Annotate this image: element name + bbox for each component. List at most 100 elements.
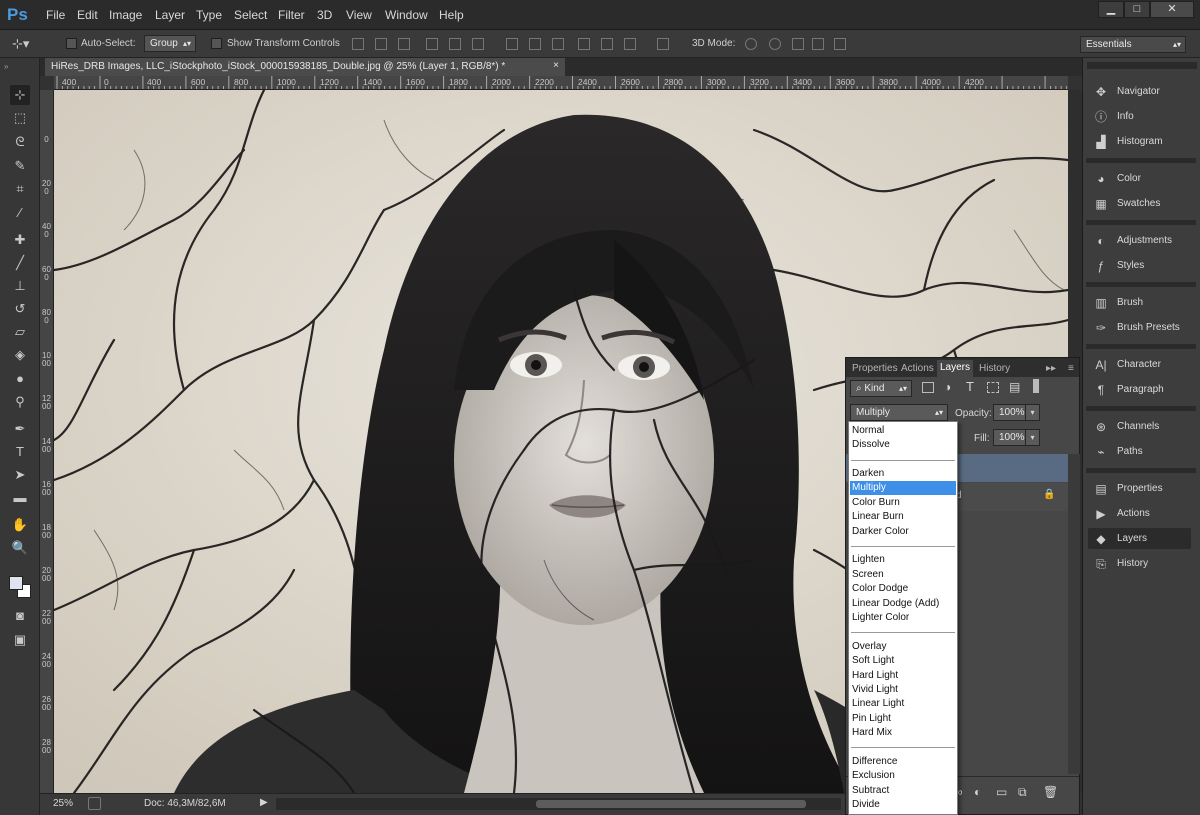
blend-vivid-light[interactable]: Vivid Light bbox=[850, 683, 956, 697]
document-tab[interactable]: HiRes_DRB Images, LLC_iStockphoto_iStock… bbox=[45, 58, 565, 76]
new-layer-icon[interactable]: ⧉ bbox=[1018, 785, 1027, 800]
dock-history[interactable]: ⎘ History bbox=[1088, 553, 1191, 574]
filter-kind-dropdown[interactable]: ⌕ Kind ▴▾ bbox=[850, 380, 912, 397]
pen-tool[interactable]: ✒ bbox=[10, 419, 30, 439]
tab-layers[interactable]: Layers bbox=[937, 360, 974, 377]
marquee-tool[interactable]: ⬚ bbox=[10, 108, 30, 128]
distribute-left-icon[interactable] bbox=[578, 38, 590, 50]
align-vcenter-icon[interactable] bbox=[375, 38, 387, 50]
3d-slide-icon[interactable] bbox=[812, 38, 824, 50]
distribute-right-icon[interactable] bbox=[624, 38, 636, 50]
blend-linear-burn[interactable]: Linear Burn bbox=[850, 510, 956, 524]
filter-pixel-icon[interactable] bbox=[922, 382, 934, 393]
healing-brush-tool[interactable]: ✚ bbox=[10, 230, 30, 250]
dock-channels[interactable]: ⊛ Channels bbox=[1088, 416, 1191, 437]
dock-navigator[interactable]: ✥ Navigator bbox=[1088, 81, 1191, 102]
screen-mode-tool[interactable]: ▣ bbox=[10, 630, 30, 650]
crop-tool[interactable]: ⌗ bbox=[10, 179, 30, 199]
clone-stamp-tool[interactable]: ⊥ bbox=[10, 276, 30, 296]
close-window-button[interactable]: ✕ bbox=[1150, 1, 1194, 18]
filter-type-icon[interactable]: T bbox=[966, 379, 974, 394]
workspace-dropdown[interactable]: Essentials ▴▾ bbox=[1080, 36, 1186, 53]
3d-scale-icon[interactable] bbox=[834, 38, 846, 50]
dock-histogram[interactable]: ▟ Histogram bbox=[1088, 131, 1191, 152]
menu-window[interactable]: Window bbox=[385, 8, 428, 22]
status-info-icon[interactable] bbox=[88, 797, 101, 810]
quick-selection-tool[interactable]: ✎ bbox=[10, 156, 30, 176]
auto-select-dropdown[interactable]: Group ▴▾ bbox=[144, 35, 196, 52]
filter-toggle-icon[interactable] bbox=[1033, 379, 1039, 393]
align-right-icon[interactable] bbox=[472, 38, 484, 50]
move-tool[interactable]: ⊹ bbox=[10, 85, 30, 105]
eraser-tool[interactable]: ▱ bbox=[10, 322, 30, 342]
history-brush-tool[interactable]: ↺ bbox=[10, 299, 30, 319]
filter-adjustment-icon[interactable]: ◑ bbox=[944, 380, 951, 394]
minimize-button[interactable]: ▁ bbox=[1098, 1, 1124, 18]
layers-scrollbar[interactable] bbox=[1068, 454, 1080, 774]
blend-color-dodge[interactable]: Color Dodge bbox=[850, 582, 956, 596]
dock-color[interactable]: ◕ Color bbox=[1088, 168, 1191, 189]
horizontal-scrollbar[interactable] bbox=[276, 798, 841, 810]
blend-pin-light[interactable]: Pin Light bbox=[850, 712, 956, 726]
dock-actions[interactable]: ▶ Actions bbox=[1088, 503, 1191, 524]
menu-image[interactable]: Image bbox=[109, 8, 142, 22]
tab-properties[interactable]: Properties bbox=[852, 363, 898, 374]
show-transform-checkbox[interactable] bbox=[211, 38, 222, 49]
filter-smart-object-icon[interactable]: ▤ bbox=[1009, 380, 1020, 394]
distribute-hcenter-icon[interactable] bbox=[601, 38, 613, 50]
opacity-dropdown-icon[interactable]: ▾ bbox=[1025, 404, 1040, 421]
dock-adjustments[interactable]: ◐ Adjustments bbox=[1088, 230, 1191, 251]
new-group-icon[interactable]: ▭ bbox=[996, 785, 1007, 799]
blend-exclusion[interactable]: Exclusion bbox=[850, 769, 956, 783]
status-menu-arrow-icon[interactable]: ▶ bbox=[260, 797, 268, 808]
paint-bucket-tool[interactable]: ◈ bbox=[10, 345, 30, 365]
blend-linear-light[interactable]: Linear Light bbox=[850, 697, 956, 711]
tab-history[interactable]: History bbox=[979, 363, 1010, 374]
dock-layers[interactable]: ◆ Layers bbox=[1088, 528, 1191, 549]
horizontal-scroll-thumb[interactable] bbox=[536, 800, 806, 808]
collapse-toolbox-icon[interactable]: » bbox=[4, 62, 8, 71]
menu-view[interactable]: View bbox=[346, 8, 372, 22]
dock-paragraph[interactable]: ¶ Paragraph bbox=[1088, 379, 1191, 400]
align-left-icon[interactable] bbox=[426, 38, 438, 50]
dock-collapse-bar[interactable] bbox=[1087, 62, 1197, 69]
dodge-tool[interactable]: ⚲ bbox=[10, 392, 30, 412]
trash-icon[interactable]: 🗑 bbox=[1043, 785, 1058, 799]
rectangle-tool[interactable]: ▬ bbox=[10, 488, 30, 508]
type-tool[interactable]: T bbox=[10, 442, 30, 462]
distribute-bottom-icon[interactable] bbox=[552, 38, 564, 50]
distribute-top-icon[interactable] bbox=[506, 38, 518, 50]
3d-roll-icon[interactable] bbox=[769, 38, 781, 50]
zoom-level[interactable]: 25% bbox=[53, 798, 73, 809]
auto-align-icon[interactable] bbox=[657, 38, 669, 50]
blend-difference[interactable]: Difference bbox=[850, 755, 956, 769]
menu-type[interactable]: Type bbox=[196, 8, 222, 22]
close-tab-button[interactable]: × bbox=[553, 60, 559, 71]
dock-brush[interactable]: ▥ Brush bbox=[1088, 292, 1191, 313]
blur-tool[interactable]: ● bbox=[10, 369, 30, 389]
dock-info[interactable]: ⓘ Info bbox=[1088, 106, 1191, 127]
blend-lighten[interactable]: Lighten bbox=[850, 553, 956, 567]
align-top-icon[interactable] bbox=[352, 38, 364, 50]
blend-normal[interactable]: Normal bbox=[850, 424, 956, 438]
menu-help[interactable]: Help bbox=[439, 8, 464, 22]
adjustment-layer-icon[interactable]: ◐ bbox=[974, 785, 981, 799]
menu-layer[interactable]: Layer bbox=[155, 8, 185, 22]
brush-tool[interactable]: ╱ bbox=[10, 253, 30, 273]
distribute-vcenter-icon[interactable] bbox=[529, 38, 541, 50]
zoom-tool[interactable]: 🔍 bbox=[10, 538, 30, 558]
menu-filter[interactable]: Filter bbox=[278, 8, 305, 22]
blend-multiply[interactable]: Multiply bbox=[850, 481, 956, 495]
blend-subtract[interactable]: Subtract bbox=[850, 784, 956, 798]
blend-screen[interactable]: Screen bbox=[850, 568, 956, 582]
menu-3d[interactable]: 3D bbox=[317, 8, 332, 22]
blend-darker-color[interactable]: Darker Color bbox=[850, 525, 956, 539]
dock-swatches[interactable]: ▦ Swatches bbox=[1088, 193, 1191, 214]
eyedropper-tool[interactable]: ⁄ bbox=[10, 203, 30, 223]
auto-select-checkbox[interactable] bbox=[66, 38, 77, 49]
blend-hard-mix[interactable]: Hard Mix bbox=[850, 726, 956, 740]
3d-rotate-icon[interactable] bbox=[745, 38, 757, 50]
menu-select[interactable]: Select bbox=[234, 8, 267, 22]
path-selection-tool[interactable]: ➤ bbox=[10, 465, 30, 485]
blend-mode-dropdown[interactable]: Multiply ▴▾ bbox=[850, 404, 948, 421]
